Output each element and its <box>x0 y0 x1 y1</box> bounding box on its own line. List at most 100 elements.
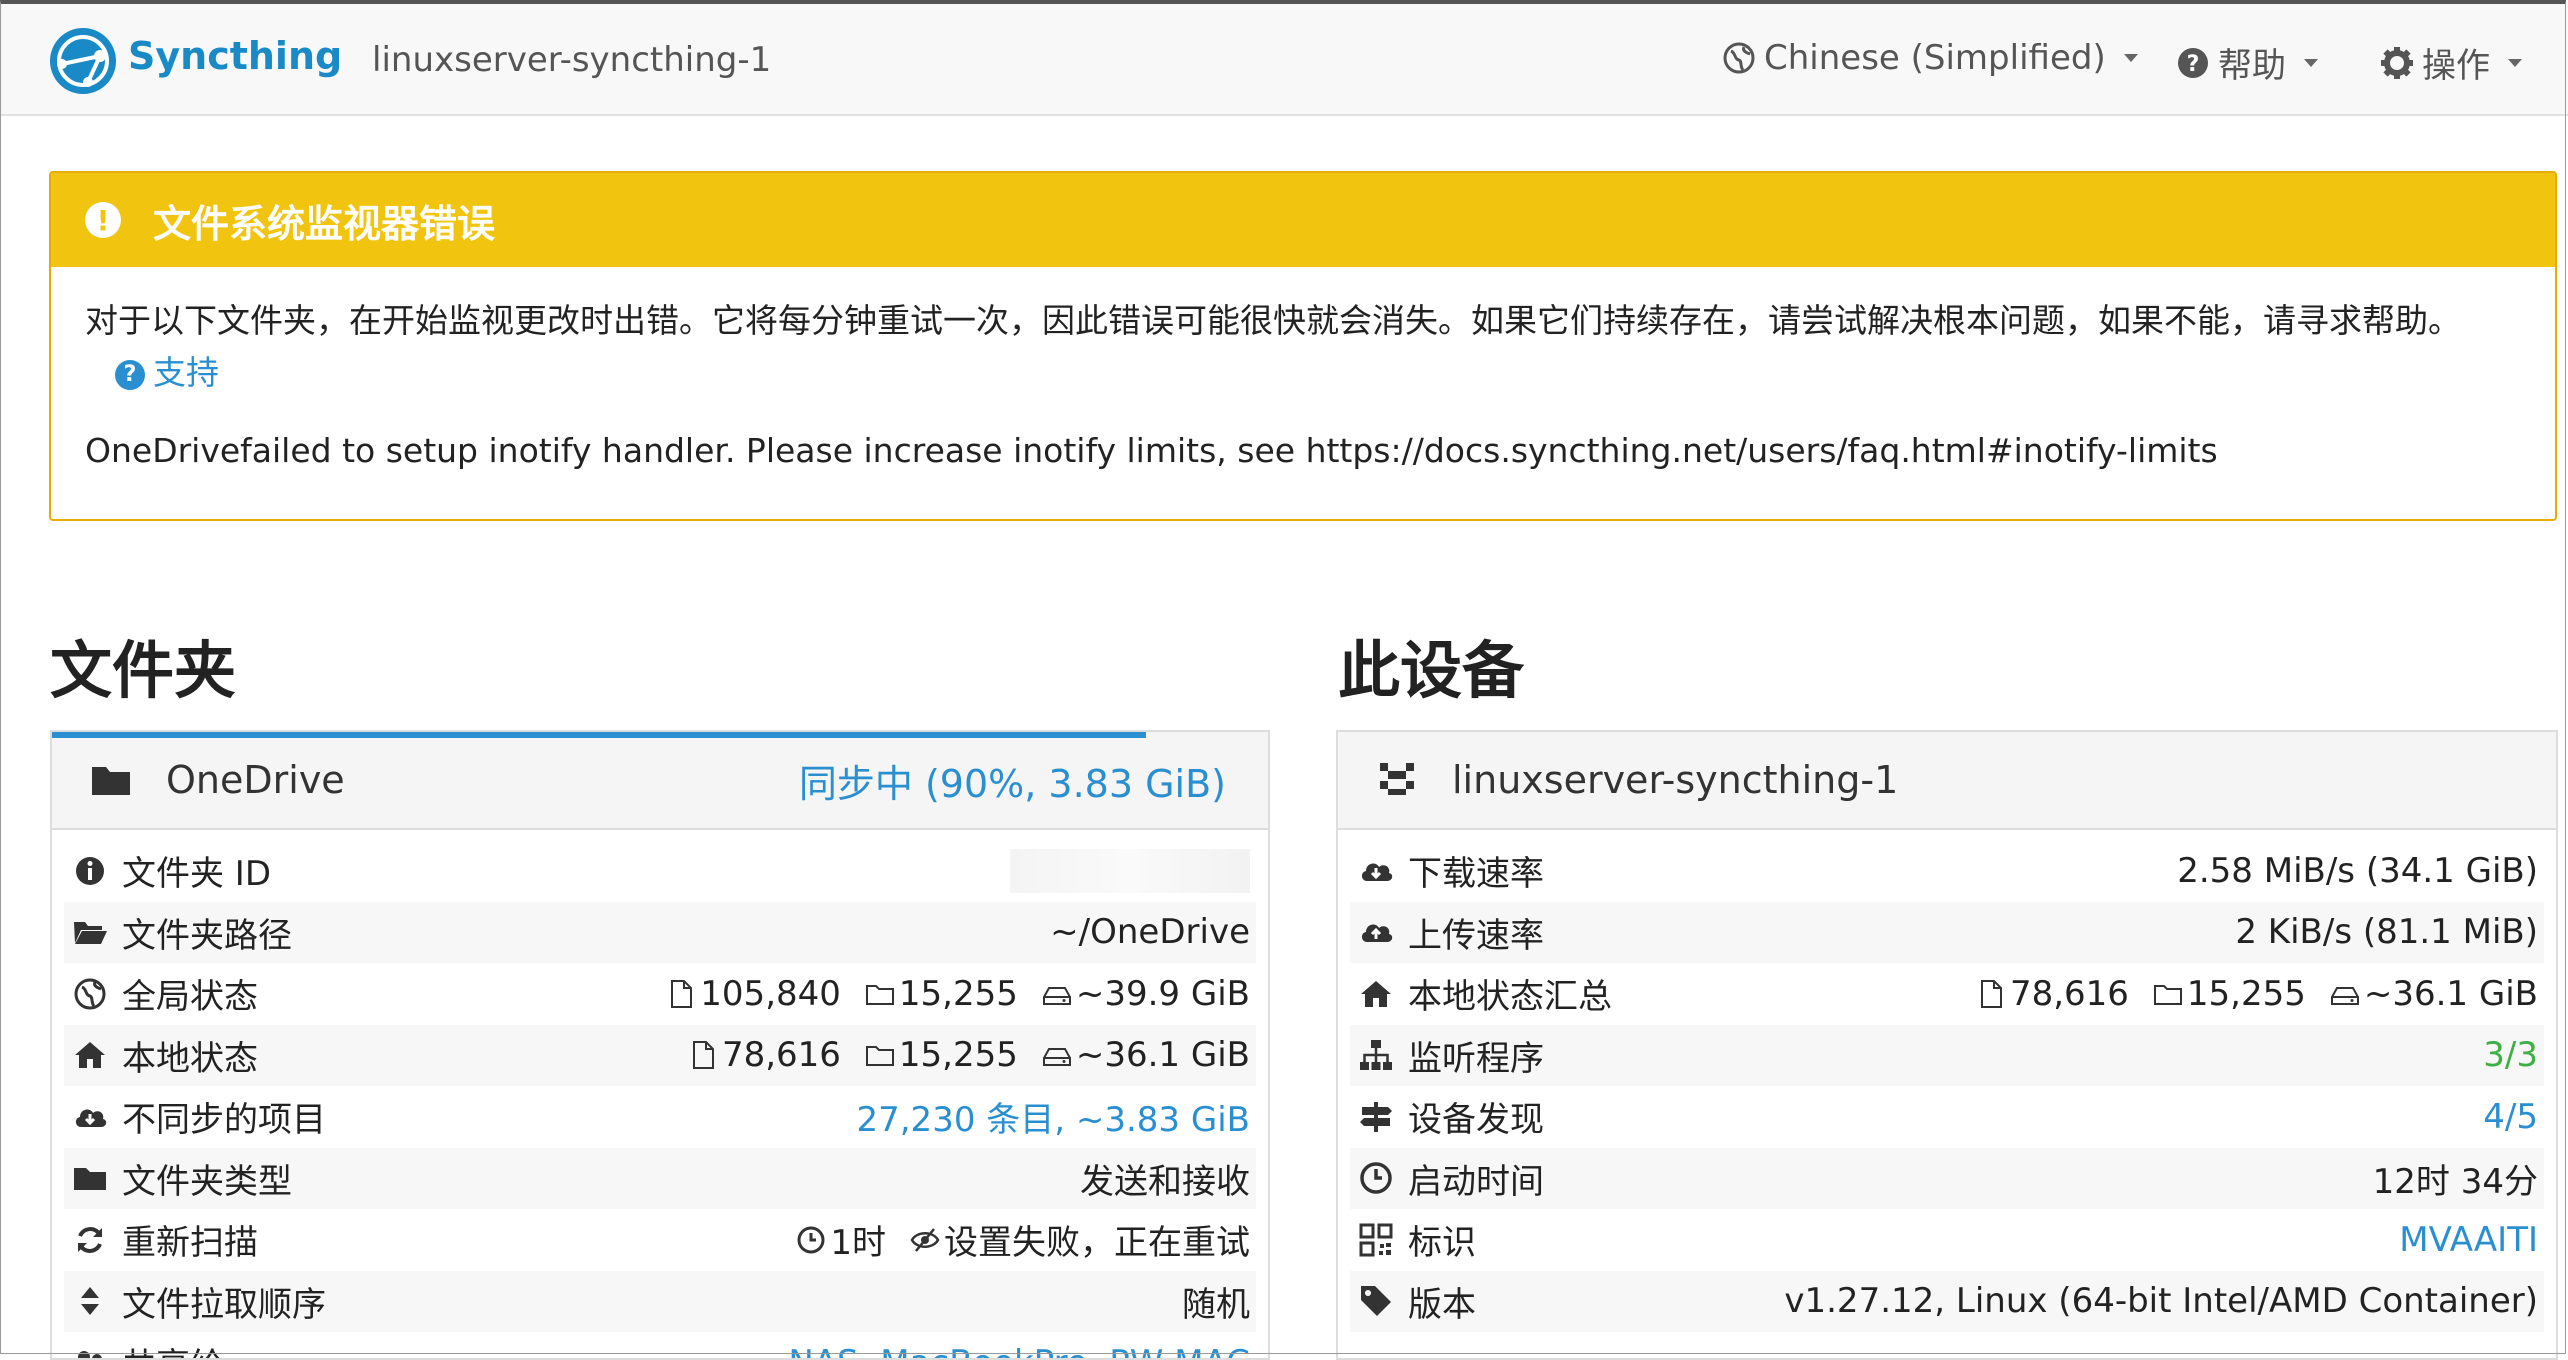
watcher-status: 设置失败，正在重试 <box>944 1223 1250 1264</box>
row-label: 本地状态 <box>122 1038 258 1079</box>
row-label: 启动时间 <box>1408 1161 1544 1202</box>
file-icon <box>692 1041 714 1070</box>
version-value: v1.27.12, Linux (64-bit Intel/AMD Contai… <box>1784 1281 2538 1322</box>
clock-icon <box>1360 1162 1392 1194</box>
actions-menu[interactable]: 操作 <box>2380 38 2522 87</box>
folder-outline-icon <box>865 1046 894 1067</box>
language-label: Chinese (Simplified) <box>1764 38 2106 78</box>
support-link-label: 支持 <box>153 353 219 392</box>
home-icon <box>1361 980 1391 1007</box>
folder-name: OneDrive <box>166 758 345 802</box>
share-icon <box>78 1350 102 1358</box>
local-size: ~36.1 GiB <box>1075 1035 1250 1076</box>
file-icon <box>671 979 693 1008</box>
row-label: 文件夹路径 <box>122 915 292 956</box>
home-icon <box>75 1042 105 1069</box>
folder-icon <box>74 1168 106 1191</box>
version-row: 版本 v1.27.12, Linux (64-bit Intel/AMD Con… <box>1350 1270 2544 1332</box>
out-of-sync-link[interactable]: 27,230 条目, ~3.83 GiB <box>856 1092 1250 1141</box>
refresh-icon <box>78 1226 102 1253</box>
download-rate-row: 下载速率 2.58 MiB/s (34.1 GiB) <box>1350 840 2544 902</box>
support-link[interactable]: ? 支持 <box>115 353 219 392</box>
row-label: 文件拉取顺序 <box>122 1284 326 1325</box>
sync-progress-bar <box>52 732 1147 738</box>
row-label: 监听程序 <box>1408 1038 1544 1079</box>
download-rate-value: 2.58 MiB/s (34.1 GiB) <box>2177 850 2538 891</box>
cloud-upload-icon <box>1361 924 1393 943</box>
discovery-value[interactable]: 4/5 <box>2483 1097 2538 1137</box>
tag-icon <box>1361 1286 1391 1317</box>
row-label: 重新扫描 <box>122 1223 258 1264</box>
folder-panel-onedrive: OneDrive 同步中 (90%, 3.83 GiB) 文件夹 ID 文件夹路… <box>50 730 1270 1360</box>
discovery-row: 设备发现 4/5 <box>1350 1086 2544 1148</box>
folder-path-row: 文件夹路径 ~/OneDrive <box>64 901 1256 963</box>
rescan-value: 1时 设置失败，正在重试 <box>782 1215 1250 1264</box>
folder-panel-header[interactable]: OneDrive 同步中 (90%, 3.83 GiB) <box>52 732 1268 830</box>
folder-id-value <box>1010 848 1250 893</box>
this-device-panel: linuxserver-syncthing-1 下载速率 2.58 MiB/s … <box>1336 730 2558 1360</box>
help-menu[interactable]: ? 帮助 <box>2176 38 2318 87</box>
pull-order-row: 文件拉取顺序 随机 <box>64 1270 1256 1332</box>
hdd-icon <box>1042 1048 1071 1067</box>
chevron-down-icon <box>2304 58 2318 67</box>
uptime-row: 启动时间 12时 34分 <box>1350 1147 2544 1209</box>
out-of-sync-row: 不同步的项目 27,230 条目, ~3.83 GiB <box>64 1086 1256 1148</box>
device-identicon-icon <box>1380 763 1414 795</box>
language-menu[interactable]: Chinese (Simplified) <box>1722 38 2138 78</box>
alert-title: 文件系统监视器错误 <box>153 201 496 246</box>
folders-section-title: 文件夹 <box>50 634 237 707</box>
filesystem-watcher-error-alert: ! 文件系统监视器错误 对于以下文件夹，在开始监视更改时出错。它将每分钟重试一次… <box>49 171 2557 521</box>
device-files-count: 78,616 <box>2009 973 2129 1014</box>
folder-path-value: ~/OneDrive <box>1050 912 1250 953</box>
row-label: 本地状态汇总 <box>1408 977 1612 1018</box>
info-circle-icon <box>76 856 104 885</box>
global-size: ~39.9 GiB <box>1075 973 1250 1014</box>
row-label: 版本 <box>1408 1284 1476 1325</box>
row-label: 下载速率 <box>1408 854 1544 895</box>
listeners-value[interactable]: 3/3 <box>2483 1035 2538 1075</box>
eye-slash-icon <box>910 1227 940 1252</box>
clock-icon <box>797 1226 825 1254</box>
row-label: 全局状态 <box>122 977 258 1018</box>
alert-detail: OneDrivefailed to setup inotify handler.… <box>85 431 2218 470</box>
globe-icon <box>74 978 106 1010</box>
upload-rate-row: 上传速率 2 KiB/s (81.1 MiB) <box>1350 901 2544 963</box>
folder-type-value: 发送和接收 <box>1080 1161 1250 1202</box>
question-circle-icon: ? <box>2178 47 2208 78</box>
folder-open-icon <box>74 922 107 945</box>
sort-icon <box>81 1287 99 1316</box>
gear-icon <box>2381 46 2413 79</box>
question-circle-icon: ? <box>115 359 145 390</box>
device-panel-header[interactable]: linuxserver-syncthing-1 <box>1338 732 2556 830</box>
hdd-icon <box>1042 986 1071 1005</box>
row-label: 共享给 <box>122 1338 224 1358</box>
local-total-value: 78,616 15,255 ~36.1 GiB <box>1962 974 2538 1014</box>
cloud-download-icon <box>1361 863 1393 881</box>
hdd-icon <box>2330 986 2359 1005</box>
local-total-row: 本地状态汇总 78,616 15,255 ~36.1 GiB <box>1350 963 2544 1025</box>
svg-text:?: ? <box>2187 52 2200 77</box>
alert-body: 对于以下文件夹，在开始监视更改时出错。它将每分钟重试一次，因此错误可能很快就会消… <box>51 267 2555 477</box>
device-size: ~36.1 GiB <box>2363 973 2538 1014</box>
rescan-interval: 1时 <box>830 1223 886 1264</box>
device-id-link[interactable]: MVAAITI <box>2399 1220 2538 1260</box>
global-files-count: 105,840 <box>700 973 841 1014</box>
syncthing-logo-icon[interactable] <box>48 26 118 96</box>
chevron-down-icon <box>2123 54 2138 62</box>
global-state-row: 全局状态 105,840 15,255 ~39.9 GiB <box>64 963 1256 1025</box>
file-icon <box>1980 979 2002 1008</box>
rescan-row: 重新扫描 1时 设置失败，正在重试 <box>64 1209 1256 1271</box>
this-device-section-title: 此设备 <box>1338 634 1525 707</box>
alert-header: ! 文件系统监视器错误 <box>51 173 2555 267</box>
chevron-down-icon <box>2508 58 2522 67</box>
shared-with-value[interactable]: NAS, MacBookPro, PW-MAC <box>788 1343 1250 1358</box>
alert-message: 对于以下文件夹，在开始监视更改时出错。它将每分钟重试一次，因此错误可能很快就会消… <box>85 301 2461 340</box>
row-label: 上传速率 <box>1408 915 1544 956</box>
device-dirs-count: 15,255 <box>2186 973 2306 1014</box>
global-dirs-count: 15,255 <box>898 973 1018 1014</box>
device-name: linuxserver-syncthing-1 <box>1452 758 1899 802</box>
brand-name[interactable]: Syncthing <box>128 34 342 78</box>
pull-order-value: 随机 <box>1182 1284 1250 1325</box>
exclamation-circle-icon: ! <box>85 202 121 238</box>
global-state-value: 105,840 15,255 ~39.9 GiB <box>652 974 1250 1014</box>
